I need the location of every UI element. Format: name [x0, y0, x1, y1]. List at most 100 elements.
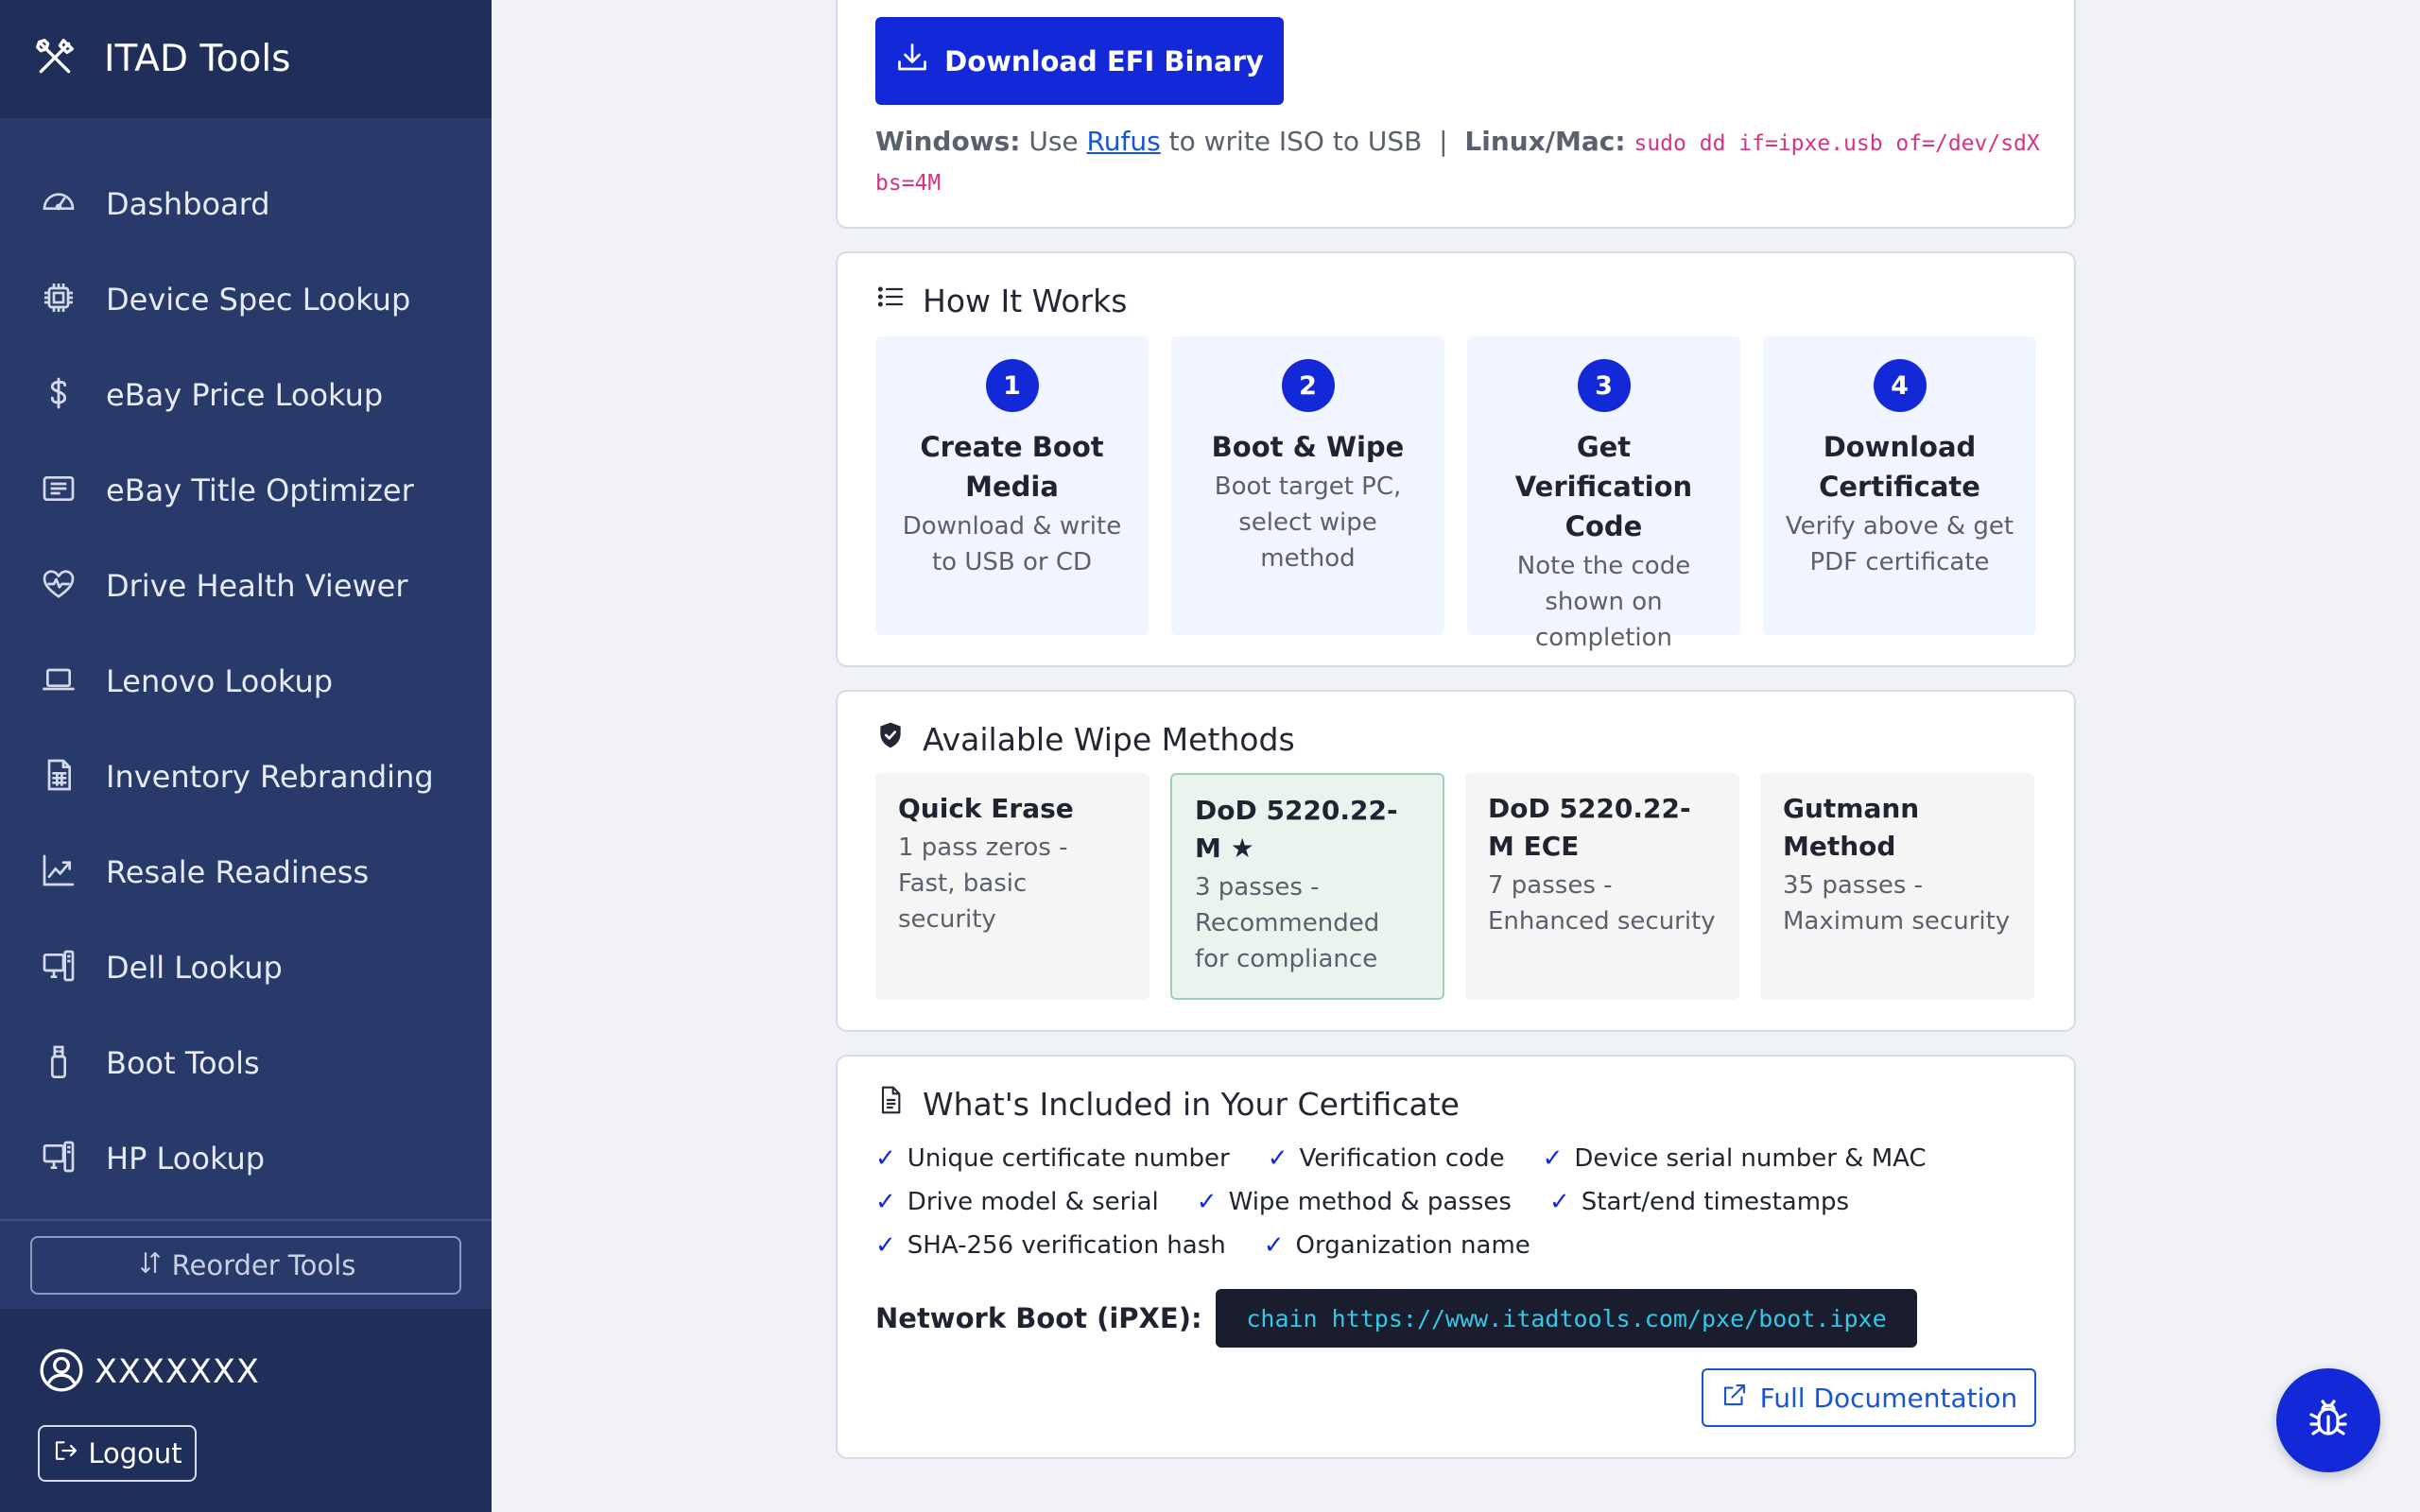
sidebar-item-label: Dell Lookup	[106, 949, 283, 986]
step-description: Boot target PC, select wipe method	[1214, 472, 1402, 573]
check-icon: ✓	[1548, 1188, 1570, 1216]
how-it-works-title: How It Works	[875, 282, 1127, 319]
list-item: ✓ Wipe method & passes	[1197, 1180, 1512, 1224]
logout-label: Logout	[88, 1437, 182, 1469]
steps-list: 1 Create Boot Media Download & write to …	[875, 336, 2036, 652]
list-item: ✓ Unique certificate number	[875, 1137, 1230, 1180]
check-icon: ✓	[1542, 1144, 1564, 1173]
sidebar-item-dell-lookup[interactable]: Dell Lookup	[0, 919, 492, 1015]
windows-label: Windows:	[875, 126, 1021, 157]
sidebar-item-ebay-price-lookup[interactable]: eBay Price Lookup	[0, 347, 492, 442]
list-item: ✓ Verification code	[1268, 1137, 1505, 1180]
step-number: 2	[1281, 359, 1335, 412]
logout-button[interactable]: Logout	[38, 1425, 197, 1482]
bug-report-button[interactable]	[2276, 1368, 2380, 1472]
sidebar-item-drive-health-viewer[interactable]: Drive Health Viewer	[0, 538, 492, 633]
windows-pre: Use	[1020, 126, 1087, 157]
step-title: Boot & Wipe	[1211, 431, 1405, 463]
check-icon: ✓	[875, 1188, 896, 1216]
laptop-icon	[40, 661, 78, 702]
spreadsheet-icon	[40, 756, 78, 798]
how-it-works-title-text: How It Works	[923, 282, 1128, 319]
wipe-method-gutmann[interactable]: Gutmann Method 35 passes - Maximum secur…	[1760, 773, 2034, 1000]
windows-post: to write ISO to USB	[1160, 126, 1431, 157]
sidebar-item-hp-lookup[interactable]: HP Lookup	[0, 1110, 492, 1206]
sidebar-item-dashboard[interactable]: Dashboard	[0, 156, 492, 251]
pc-display-icon	[40, 1138, 78, 1179]
wipe-method-name: DoD 5220.22-M ★	[1195, 795, 1398, 864]
step-card: 2 Boot & Wipe Boot target PC, select wip…	[1171, 336, 1444, 635]
sidebar-item-label: Drive Health Viewer	[106, 567, 408, 604]
sidebar-item-boot-tools[interactable]: Boot Tools	[0, 1015, 492, 1110]
heart-pulse-icon	[40, 565, 78, 607]
step-card: 1 Create Boot Media Download & write to …	[875, 336, 1149, 635]
brand[interactable]: ITAD Tools	[0, 0, 492, 118]
list-item: ✓ Start/end timestamps	[1549, 1180, 1849, 1224]
linux-label: Linux/Mac:	[1464, 126, 1626, 157]
wipe-methods-title-text: Available Wipe Methods	[923, 720, 1295, 758]
list-item: ✓ Organization name	[1264, 1224, 1530, 1267]
list-item: ✓ Drive model & serial	[875, 1180, 1159, 1224]
step-title: Download Certificate	[1819, 431, 1980, 503]
reorder-tools-label: Reorder Tools	[171, 1249, 356, 1281]
cpu-icon	[40, 279, 78, 320]
full-documentation-button[interactable]: Full Documentation	[1702, 1368, 2036, 1427]
step-title: Get Verification Code	[1514, 431, 1693, 542]
person-circle-icon	[38, 1347, 85, 1398]
username: XXXXXXX	[95, 1353, 260, 1391]
wipe-method-quick-erase[interactable]: Quick Erase 1 pass zeros - Fast, basic s…	[875, 773, 1150, 1000]
download-efi-button[interactable]: Download EFI Binary	[875, 17, 1284, 105]
box-arrow-up-right-icon	[1720, 1381, 1760, 1416]
rufus-link[interactable]: Rufus	[1087, 126, 1161, 157]
sidebar-item-inventory-rebranding[interactable]: Inventory Rebranding	[0, 729, 492, 824]
wipe-method-dod-recommended[interactable]: DoD 5220.22-M ★ 3 passes - Recommended f…	[1170, 773, 1444, 1000]
step-number: 3	[1577, 359, 1631, 412]
bug-icon	[2306, 1396, 2351, 1445]
list-item-text: SHA-256 verification hash	[907, 1231, 1226, 1260]
sidebar-item-ebay-title-optimizer[interactable]: eBay Title Optimizer	[0, 442, 492, 538]
list-item-text: Unique certificate number	[907, 1144, 1230, 1173]
arrow-down-up-icon	[136, 1248, 172, 1283]
sidebar-item-label: HP Lookup	[106, 1140, 266, 1177]
reorder-tools-button[interactable]: Reorder Tools	[30, 1236, 461, 1295]
wipe-method-name: DoD 5220.22-M ECE	[1488, 793, 1691, 862]
wipe-method-description: 35 passes - Maximum security	[1783, 871, 2011, 936]
sidebar-item-device-spec-lookup[interactable]: Device Spec Lookup	[0, 251, 492, 347]
usb-drive-icon	[40, 1042, 78, 1084]
certificate-title: What's Included in Your Certificate	[875, 1085, 1460, 1123]
list-item-text: Organization name	[1295, 1231, 1530, 1260]
step-description: Download & write to USB or CD	[902, 512, 1122, 576]
list-item-text: Device serial number & MAC	[1574, 1144, 1927, 1173]
wipe-method-name: Gutmann Method	[1783, 793, 1920, 862]
full-documentation-label: Full Documentation	[1759, 1382, 2018, 1414]
user-profile[interactable]: XXXXXXX	[38, 1347, 260, 1398]
file-text-icon	[875, 1085, 923, 1123]
wipe-method-name: Quick Erase	[898, 793, 1074, 824]
wipe-method-dod-ece[interactable]: DoD 5220.22-M ECE 7 passes - Enhanced se…	[1465, 773, 1739, 1000]
check-icon: ✓	[1263, 1231, 1285, 1260]
sidebar-item-lenovo-lookup[interactable]: Lenovo Lookup	[0, 633, 492, 729]
sidebar-item-label: Dashboard	[106, 185, 270, 222]
list-item-text: Drive model & serial	[907, 1188, 1159, 1216]
step-title: Create Boot Media	[920, 431, 1104, 503]
sidebar-item-resale-readiness[interactable]: Resale Readiness	[0, 824, 492, 919]
graph-up-icon	[40, 851, 78, 893]
step-description: Note the code shown on completion	[1516, 552, 1691, 652]
download-icon	[895, 41, 944, 81]
dollar-icon	[40, 374, 78, 416]
step-description: Verify above & get PDF certificate	[1785, 512, 2014, 576]
ipxe-command[interactable]: chain https://www.itadtools.com/pxe/boot…	[1216, 1289, 1917, 1348]
sidebar-item-label: Lenovo Lookup	[106, 662, 334, 699]
step-number: 4	[1873, 359, 1927, 412]
sidebar-item-label: Resale Readiness	[106, 853, 370, 890]
sidebar-item-label: Boot Tools	[106, 1044, 260, 1081]
card-text-icon	[40, 470, 78, 511]
certificate-title-text: What's Included in Your Certificate	[923, 1085, 1460, 1123]
sidebar-item-label: Inventory Rebranding	[106, 758, 434, 795]
certificate-card: What's Included in Your Certificate ✓ Uni…	[836, 1055, 2076, 1459]
shield-check-icon	[875, 720, 923, 758]
check-icon: ✓	[875, 1144, 896, 1173]
list-item: ✓ SHA-256 verification hash	[875, 1224, 1226, 1267]
sidebar-item-label: Device Spec Lookup	[106, 281, 411, 318]
check-icon: ✓	[1267, 1144, 1288, 1173]
